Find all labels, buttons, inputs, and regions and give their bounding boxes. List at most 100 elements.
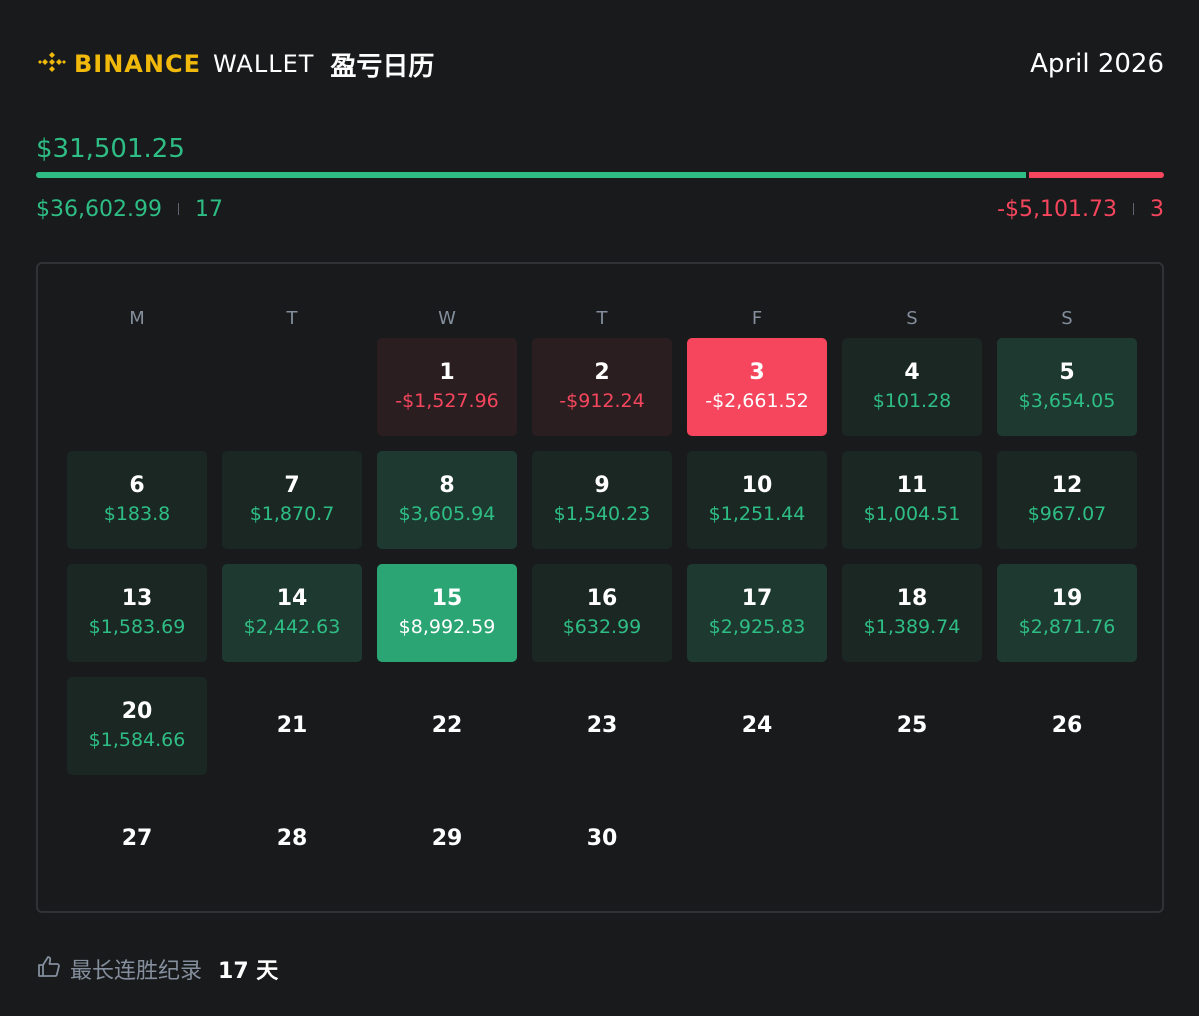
day-number: 24 [741, 713, 773, 738]
calendar-day-26[interactable]: 26 [997, 677, 1137, 775]
summary-stats: $36,602.99 17 -$5,101.73 3 [36, 194, 1164, 224]
calendar-day-19[interactable]: 19 $2,871.76 [997, 564, 1137, 662]
net-total: $31,501.25 [36, 134, 185, 164]
gain-days: 17 [194, 196, 223, 222]
day-number: 6 [129, 473, 145, 498]
day-pnl: $1,583.69 [88, 616, 186, 638]
calendar-day-3[interactable]: 3 -$2,661.52 [687, 338, 827, 436]
calendar-day-8[interactable]: 8 $3,605.94 [377, 451, 517, 549]
day-number: 9 [594, 473, 610, 498]
loss-stats: -$5,101.73 3 [997, 197, 1164, 222]
weekday-label: F [751, 308, 763, 329]
weekday-label: S [1061, 308, 1073, 329]
weekday-label: M [129, 308, 145, 329]
brand-name: BINANCE [74, 50, 201, 78]
header: BINANCE WALLET 盈亏日历 April 2026 [36, 44, 1164, 84]
calendar-day-17[interactable]: 17 $2,925.83 [687, 564, 827, 662]
thumbs-up-icon [36, 954, 62, 984]
day-pnl: $2,871.76 [1018, 616, 1116, 638]
day-number: 28 [276, 826, 308, 851]
day-pnl: $2,925.83 [708, 616, 806, 638]
calendar-day-20[interactable]: 20 $1,584.66 [67, 677, 207, 775]
divider [1133, 203, 1134, 215]
day-pnl: $101.28 [872, 390, 952, 412]
streak-value: 17 天 [218, 959, 279, 984]
day-number: 11 [896, 473, 928, 498]
day-pnl: $1,540.23 [553, 503, 651, 525]
day-pnl: $1,870.7 [249, 503, 335, 525]
day-number: 21 [276, 713, 308, 738]
calendar-day-13[interactable]: 13 $1,583.69 [67, 564, 207, 662]
pnl-calendar: M T W T F S S 1 -$1,527.96 2 -$912.24 3 -$2,661.52 4… [36, 262, 1164, 913]
calendar-day-14[interactable]: 14 $2,442.63 [222, 564, 362, 662]
gain-bar-segment [36, 172, 1027, 178]
day-number: 4 [904, 360, 920, 385]
day-number: 14 [276, 586, 308, 611]
day-number: 22 [431, 713, 463, 738]
calendar-blank-cell [67, 338, 207, 436]
day-pnl: -$2,661.52 [705, 390, 809, 412]
day-number: 17 [741, 586, 773, 611]
calendar-day-27[interactable]: 27 [67, 790, 207, 888]
page-title: 盈亏日历 [330, 51, 435, 82]
calendar-day-15[interactable]: 15 $8,992.59 [377, 564, 517, 662]
calendar-day-1[interactable]: 1 -$1,527.96 [377, 338, 517, 436]
wallet-label: WALLET [212, 50, 315, 78]
calendar-grid: 1 -$1,527.96 2 -$912.24 3 -$2,661.52 4 $101.28 5… [67, 338, 1137, 888]
day-number: 12 [1051, 473, 1083, 498]
calendar-day-28[interactable]: 28 [222, 790, 362, 888]
calendar-day-4[interactable]: 4 $101.28 [842, 338, 982, 436]
day-number: 23 [586, 713, 618, 738]
weekday-label: T [596, 308, 608, 329]
day-pnl: $1,389.74 [863, 616, 961, 638]
calendar-day-12[interactable]: 12 $967.07 [997, 451, 1137, 549]
day-number: 16 [586, 586, 618, 611]
day-number: 29 [431, 826, 463, 851]
day-number: 20 [121, 699, 153, 724]
day-number: 15 [431, 586, 463, 611]
weekday-header: MTWTFSS [67, 308, 1137, 336]
streak-footer: 最长连胜纪录 17 天 [36, 952, 278, 986]
calendar-day-10[interactable]: 10 $1,251.44 [687, 451, 827, 549]
day-pnl: $632.99 [562, 616, 642, 638]
divider [177, 203, 179, 215]
day-number: 13 [121, 586, 153, 611]
day-number: 30 [586, 826, 618, 851]
day-number: 1 [439, 360, 455, 385]
day-number: 26 [1051, 713, 1083, 738]
calendar-day-18[interactable]: 18 $1,389.74 [842, 564, 982, 662]
calendar-blank-cell [222, 338, 362, 436]
day-pnl: $3,654.05 [1018, 390, 1116, 412]
calendar-day-21[interactable]: 21 [222, 677, 362, 775]
calendar-day-29[interactable]: 29 [377, 790, 517, 888]
calendar-day-24[interactable]: 24 [687, 677, 827, 775]
streak-label: 最长连胜纪录 [70, 959, 203, 984]
calendar-day-9[interactable]: 9 $1,540.23 [532, 451, 672, 549]
day-number: 2 [594, 360, 610, 385]
calendar-day-30[interactable]: 30 [532, 790, 672, 888]
loss-days: 3 [1150, 196, 1164, 222]
day-pnl: $2,442.63 [243, 616, 341, 638]
calendar-day-25[interactable]: 25 [842, 677, 982, 775]
month-label: April 2026 [1030, 49, 1164, 79]
calendar-day-23[interactable]: 23 [532, 677, 672, 775]
calendar-day-22[interactable]: 22 [377, 677, 517, 775]
gain-stats: $36,602.99 17 [36, 197, 223, 222]
day-pnl: -$912.24 [559, 390, 645, 412]
day-pnl: $3,605.94 [398, 503, 496, 525]
gain-total: $36,602.99 [36, 196, 162, 222]
calendar-day-6[interactable]: 6 $183.8 [67, 451, 207, 549]
weekday-label: S [906, 308, 918, 329]
weekday-label: T [286, 308, 298, 329]
day-pnl: $183.8 [103, 503, 171, 525]
weekday-label: W [438, 308, 456, 329]
calendar-day-16[interactable]: 16 $632.99 [532, 564, 672, 662]
day-pnl: $1,584.66 [88, 729, 186, 751]
calendar-day-5[interactable]: 5 $3,654.05 [997, 338, 1137, 436]
calendar-day-11[interactable]: 11 $1,004.51 [842, 451, 982, 549]
calendar-day-2[interactable]: 2 -$912.24 [532, 338, 672, 436]
loss-bar-segment [1029, 172, 1164, 178]
calendar-day-7[interactable]: 7 $1,870.7 [222, 451, 362, 549]
day-pnl: $1,004.51 [863, 503, 961, 525]
day-number: 19 [1051, 586, 1083, 611]
